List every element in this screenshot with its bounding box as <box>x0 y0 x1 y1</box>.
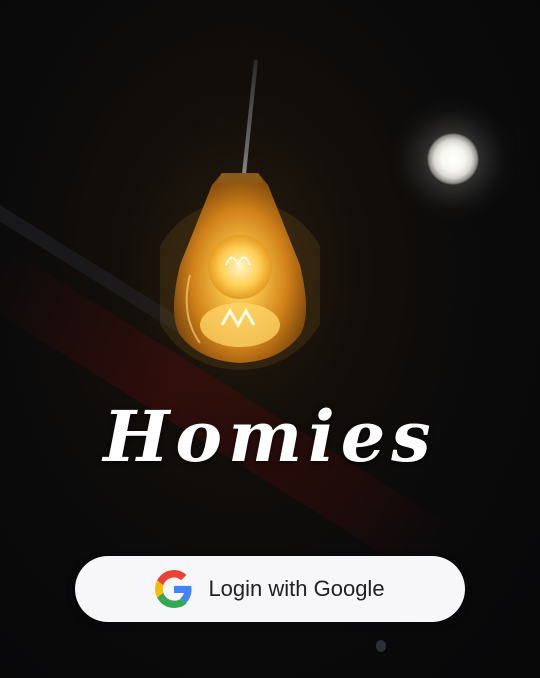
login-screen: Homies Login with Google <box>0 0 540 678</box>
google-login-button[interactable]: Login with Google <box>75 556 465 622</box>
ceiling-light-image <box>427 133 479 185</box>
lamp-cord <box>241 59 258 175</box>
pendant-lamp-image <box>160 173 320 370</box>
background-light-spot <box>376 640 386 652</box>
google-icon <box>155 570 192 608</box>
login-button-label: Login with Google <box>208 576 385 601</box>
app-title: Homies <box>103 395 437 478</box>
